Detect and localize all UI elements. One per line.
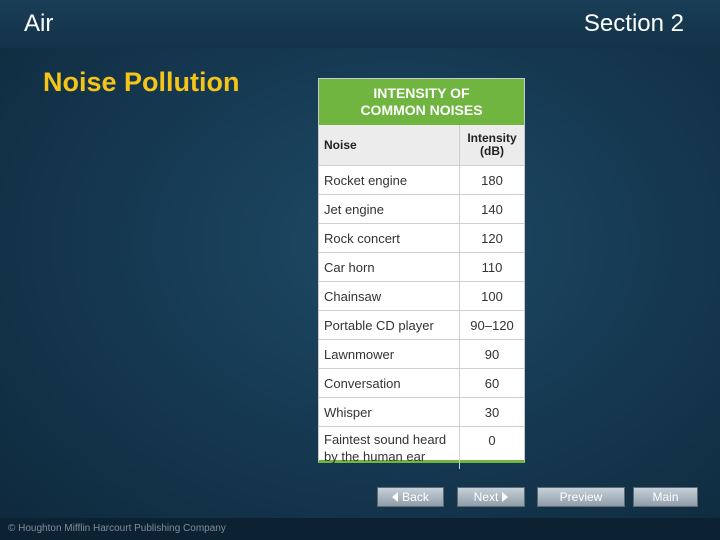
table-row: Lawnmower 90 bbox=[319, 340, 524, 369]
column-header-intensity-line-2: (dB) bbox=[480, 144, 504, 158]
chapter-title: Air bbox=[24, 10, 54, 37]
arrow-right-icon bbox=[502, 492, 509, 502]
intensity-cell: 30 bbox=[484, 404, 500, 420]
intensity-cell: 120 bbox=[481, 230, 503, 246]
intensity-cell: 90–120 bbox=[470, 317, 514, 333]
arrow-left-icon bbox=[392, 492, 399, 502]
intensity-cell: 0 bbox=[488, 433, 496, 448]
preview-button[interactable]: Preview bbox=[537, 487, 625, 507]
preview-button-label: Preview bbox=[559, 490, 603, 504]
section-title: Section 2 bbox=[583, 10, 684, 37]
table-row: Whisper 30 bbox=[319, 398, 524, 427]
table-row: Faintest sound heard by the human ear 0 bbox=[319, 427, 524, 469]
noise-cell: Car horn bbox=[319, 253, 460, 281]
slide-heading: Noise Pollution bbox=[43, 67, 240, 97]
table-row: Chainsaw 100 bbox=[319, 282, 524, 311]
noise-cell: Rocket engine bbox=[319, 166, 460, 194]
next-button-label: Next bbox=[473, 490, 499, 504]
footer-bar: © Houghton Mifflin Harcourt Publishing C… bbox=[0, 518, 720, 540]
column-header-intensity: Intensity (dB) bbox=[460, 125, 524, 165]
intensity-cell: 180 bbox=[481, 172, 503, 188]
copyright-text: © Houghton Mifflin Harcourt Publishing C… bbox=[8, 523, 226, 534]
table-title-line-1: INTENSITY OF bbox=[373, 85, 470, 101]
back-button-label: Back bbox=[402, 490, 429, 504]
intensity-cell: 140 bbox=[481, 201, 503, 217]
table-row: Car horn 110 bbox=[319, 253, 524, 282]
noise-cell: Portable CD player bbox=[319, 311, 460, 339]
main-button-label: Main bbox=[652, 490, 679, 504]
noise-cell: Rock concert bbox=[319, 224, 460, 252]
table-row: Jet engine 140 bbox=[319, 195, 524, 224]
main-button[interactable]: Main bbox=[633, 487, 698, 507]
table-row: Rock concert 120 bbox=[319, 224, 524, 253]
table-row: Conversation 60 bbox=[319, 369, 524, 398]
noise-cell: Conversation bbox=[319, 369, 460, 397]
noise-cell: Whisper bbox=[319, 398, 460, 426]
back-button[interactable]: Back bbox=[377, 487, 444, 507]
table-title: INTENSITY OF COMMON NOISES bbox=[319, 79, 524, 125]
noise-cell: Faintest sound heard by the human ear bbox=[319, 427, 460, 469]
next-button[interactable]: Next bbox=[457, 487, 525, 507]
table-row: Rocket engine 180 bbox=[319, 166, 524, 195]
intensity-cell: 110 bbox=[481, 259, 503, 275]
noise-cell: Chainsaw bbox=[319, 282, 460, 310]
table-row: Portable CD player 90–120 bbox=[319, 311, 524, 340]
noise-intensity-table: INTENSITY OF COMMON NOISES Noise Intensi… bbox=[318, 78, 525, 469]
table-title-line-2: COMMON NOISES bbox=[360, 102, 483, 118]
intensity-cell: 90 bbox=[484, 346, 500, 362]
column-header-noise: Noise bbox=[319, 125, 460, 165]
intensity-cell: 100 bbox=[481, 288, 503, 304]
noise-cell: Lawnmower bbox=[319, 340, 460, 368]
noise-cell: Jet engine bbox=[319, 195, 460, 223]
table-header-row: Noise Intensity (dB) bbox=[319, 125, 524, 166]
intensity-cell: 60 bbox=[484, 375, 500, 391]
